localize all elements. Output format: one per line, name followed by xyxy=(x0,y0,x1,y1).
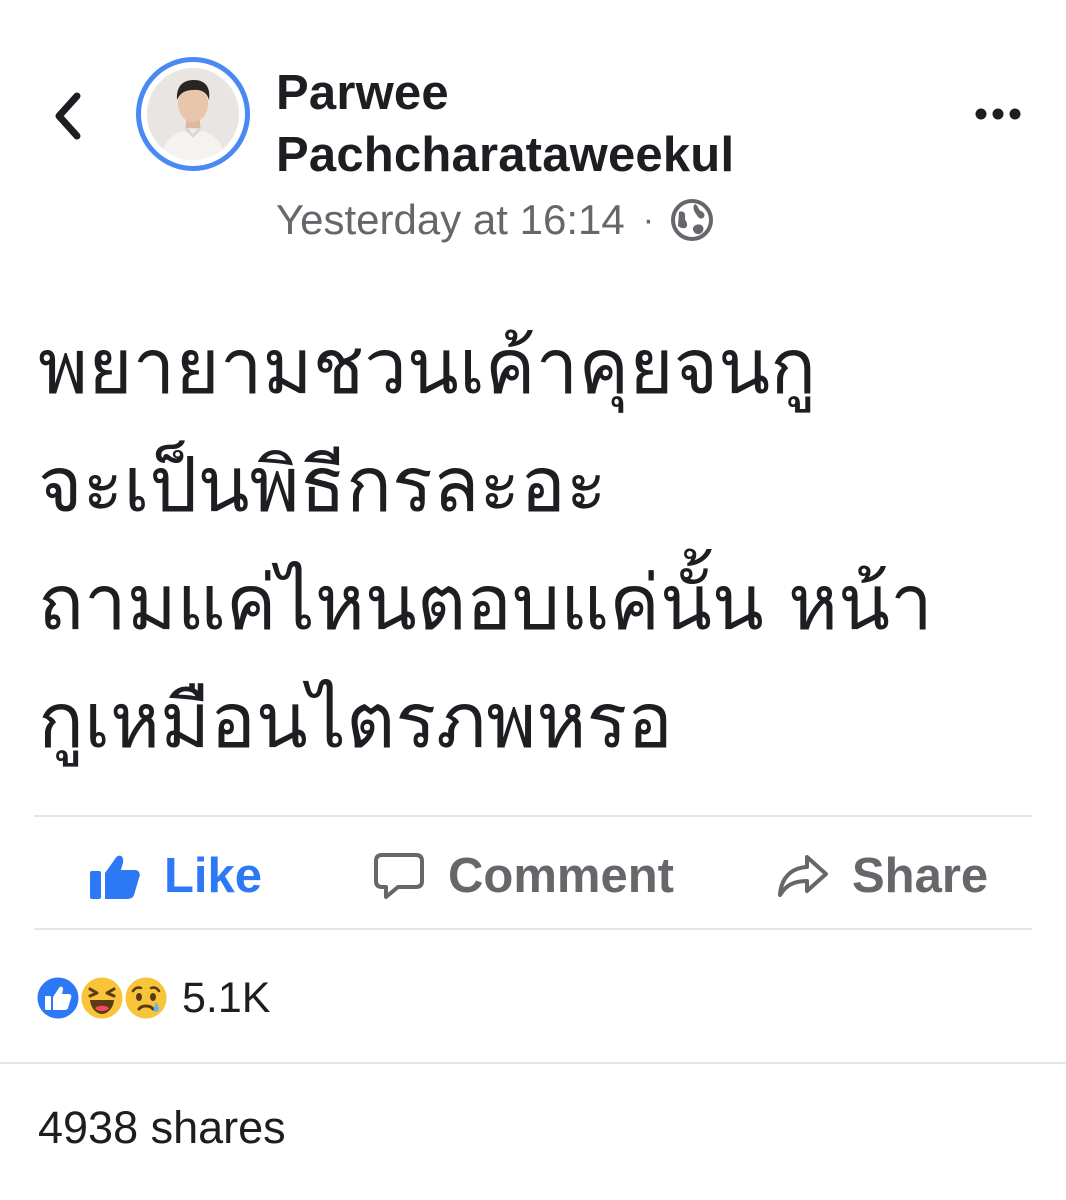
sad-reaction-icon xyxy=(122,974,170,1022)
thumbs-up-icon xyxy=(88,851,142,901)
back-button[interactable] xyxy=(44,88,92,144)
author-name[interactable]: Parwee Pachcharataweekul xyxy=(276,62,836,186)
profile-photo-icon xyxy=(147,68,239,160)
avatar xyxy=(147,68,239,160)
more-dots-icon xyxy=(975,108,1021,120)
share-button[interactable]: Share xyxy=(776,838,988,914)
like-button[interactable]: Like xyxy=(88,838,262,914)
reaction-summary[interactable]: 5.1K xyxy=(34,970,270,1026)
more-options-button[interactable] xyxy=(968,92,1028,136)
chevron-left-icon xyxy=(55,92,81,140)
haha-reaction-icon xyxy=(78,974,126,1022)
post-meta: Yesterday at 16:14 · xyxy=(276,194,714,246)
post-text: พยายามชวนเค้าคุยจนกู จะเป็นพิธีกรละอะ ถา… xyxy=(38,322,933,765)
shares-count[interactable]: 4938 shares xyxy=(38,1102,286,1154)
divider xyxy=(34,815,1032,817)
reaction-count: 5.1K xyxy=(182,973,271,1022)
post-timestamp[interactable]: Yesterday at 16:14 xyxy=(276,196,625,244)
globe-icon xyxy=(671,199,714,241)
share-arrow-icon xyxy=(776,853,830,899)
like-reaction-icon xyxy=(34,974,82,1022)
like-label: Like xyxy=(164,849,263,903)
meta-separator: · xyxy=(642,200,655,239)
comment-icon xyxy=(372,851,426,901)
reaction-icons xyxy=(34,974,170,1022)
comment-button[interactable]: Comment xyxy=(372,838,674,914)
comment-label: Comment xyxy=(448,849,674,903)
author-avatar[interactable] xyxy=(136,57,250,171)
divider xyxy=(34,928,1032,930)
divider xyxy=(0,1062,1066,1064)
share-label: Share xyxy=(852,849,989,903)
